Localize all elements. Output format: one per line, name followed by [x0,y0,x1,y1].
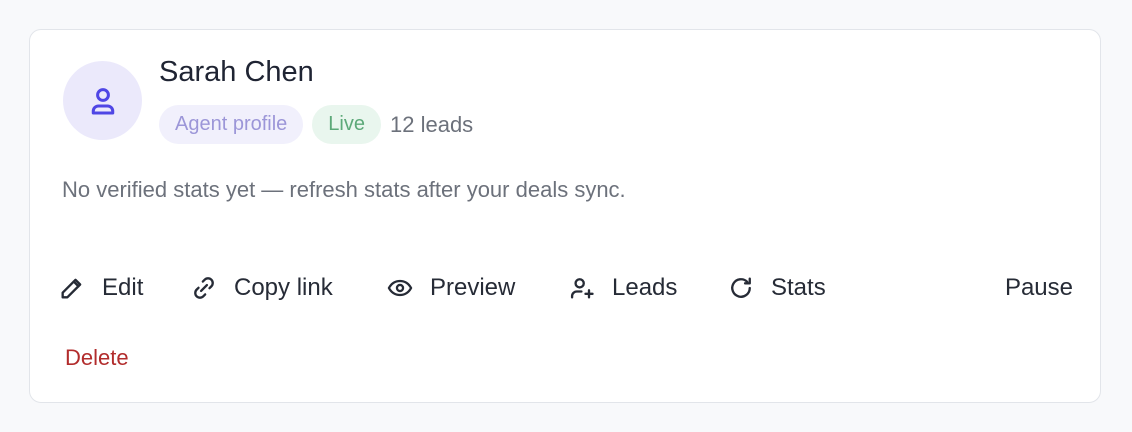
agent-profile-card: Sarah Chen Agent profile Live 12 leads N… [29,29,1101,403]
pause-label: Pause [1004,274,1073,301]
user-icon [91,87,114,114]
refresh-icon [731,277,751,298]
status-badge: Live [312,105,381,144]
type-badge: Agent profile [159,105,304,144]
leads-count: 12 leads [390,111,474,137]
stats-description: No verified stats yet — refresh stats af… [62,177,626,202]
copy-link-label: Copy link [234,274,333,301]
leads-label: Leads [612,274,678,301]
action-bar: Edit Copy link Preview Leads Stats Pause [58,268,1073,308]
stats-button[interactable]: Stats [727,268,826,308]
avatar [63,61,142,140]
edit-label: Edit [102,274,144,301]
pause-button[interactable]: Pause [1005,268,1073,308]
profile-name: Sarah Chen [159,56,314,88]
link-icon [194,277,214,299]
delete-button[interactable]: Delete [65,345,129,371]
stats-label: Stats [771,274,826,301]
preview-label: Preview [430,274,516,301]
user-plus-icon [570,278,594,299]
eye-icon [387,279,413,297]
profile-badges: Agent profile Live 12 leads [159,105,473,144]
copy-link-button[interactable]: Copy link [190,268,333,308]
pencil-icon [61,278,82,299]
leads-button[interactable]: Leads [568,268,677,308]
edit-button[interactable]: Edit [58,268,143,308]
preview-button[interactable]: Preview [386,268,515,308]
